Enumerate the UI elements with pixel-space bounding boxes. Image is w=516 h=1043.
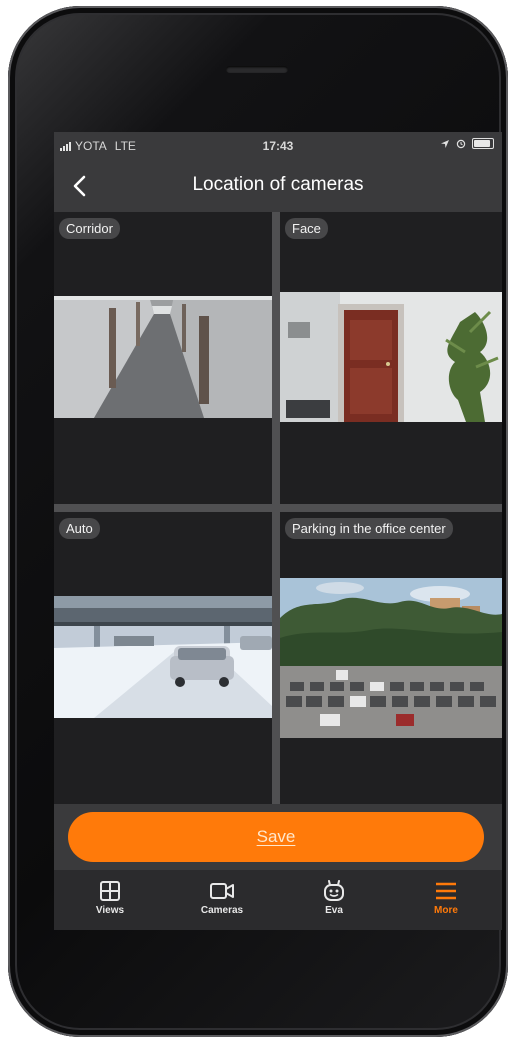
app-screen: YOTA LTE 17:43 Location of cameras Corri… xyxy=(54,132,502,930)
tab-eva[interactable]: Eva xyxy=(278,870,390,930)
grid-icon xyxy=(100,881,120,901)
camera-label: Face xyxy=(285,218,328,239)
phone-frame: YOTA LTE 17:43 Location of cameras Corri… xyxy=(8,6,508,1037)
save-button[interactable]: Save xyxy=(68,812,484,862)
camera-tile-parking[interactable]: Parking in the office center xyxy=(280,512,502,804)
tab-label: Cameras xyxy=(200,905,244,916)
menu-icon xyxy=(436,882,456,900)
alarm-icon xyxy=(456,139,466,148)
tab-more[interactable]: More xyxy=(390,870,502,930)
status-bar: YOTA LTE 17:43 xyxy=(54,132,502,160)
tab-label: Views xyxy=(95,905,125,916)
corridor-camera-image xyxy=(54,296,272,418)
navigation-bar: Location of cameras xyxy=(54,160,502,212)
action-bar: Save xyxy=(54,804,502,870)
earpiece-speaker xyxy=(226,66,288,73)
parking-camera-image xyxy=(280,578,502,738)
video-camera-icon xyxy=(210,883,234,899)
tab-cameras[interactable]: Cameras xyxy=(166,870,278,930)
status-time: 17:43 xyxy=(262,139,294,153)
robot-icon xyxy=(324,880,344,901)
tab-label: More xyxy=(434,905,458,916)
location-arrow-icon xyxy=(441,139,449,148)
camera-tile-face[interactable]: Face xyxy=(280,212,502,504)
page-title: Location of cameras xyxy=(192,174,364,195)
tab-views[interactable]: Views xyxy=(54,870,166,930)
camera-tile-auto[interactable]: Auto xyxy=(54,512,272,804)
camera-grid: Corridor Face Auto Parking in the office… xyxy=(54,212,502,804)
auto-camera-image xyxy=(54,596,272,718)
tab-bar: Views Cameras Eva More xyxy=(54,870,502,930)
face-camera-image xyxy=(280,292,502,422)
camera-label: Parking in the office center xyxy=(285,518,453,539)
camera-tile-corridor[interactable]: Corridor xyxy=(54,212,272,504)
tab-label: Eva xyxy=(325,905,343,916)
battery-icon xyxy=(472,138,494,149)
camera-label: Auto xyxy=(59,518,100,539)
camera-label: Corridor xyxy=(59,218,120,239)
status-right xyxy=(440,138,494,149)
